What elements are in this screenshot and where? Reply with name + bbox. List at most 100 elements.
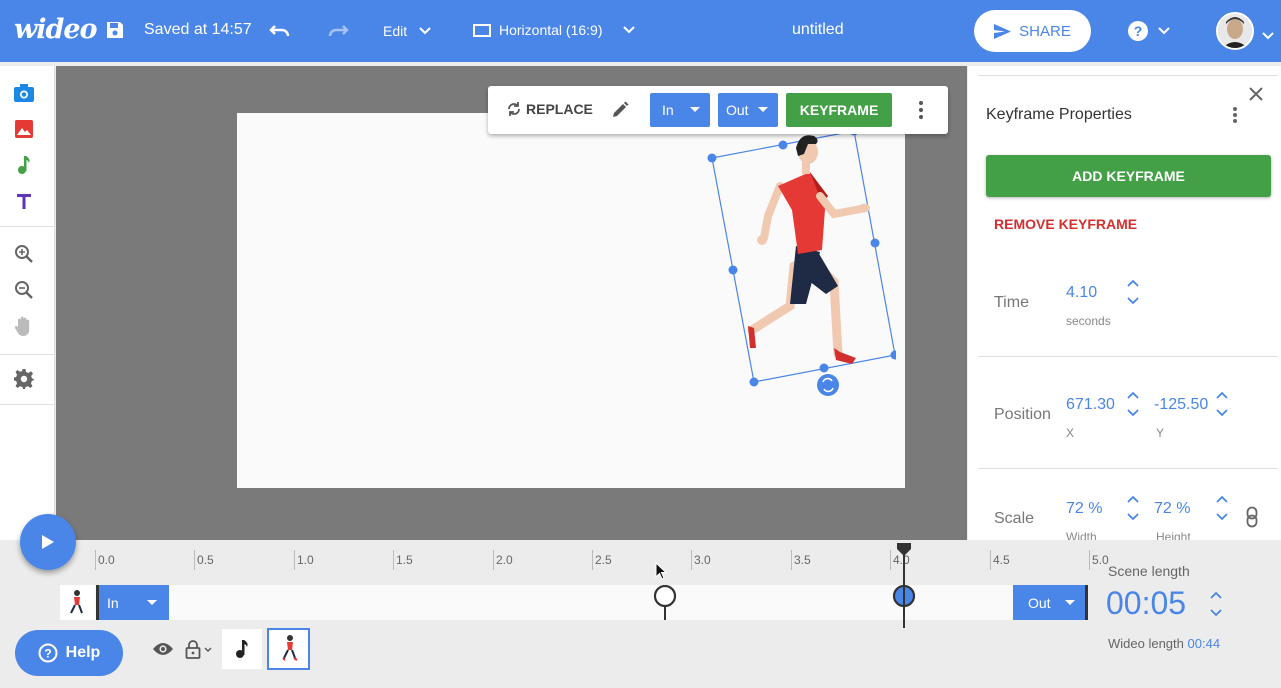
wideo-length-value: 00:44 — [1187, 636, 1221, 651]
document-title[interactable]: untitled — [792, 21, 844, 39]
more-vert-icon[interactable] — [918, 100, 924, 125]
scale-label: Scale — [994, 510, 1035, 527]
scale-width-input[interactable]: 72 % — [1066, 500, 1102, 518]
wideo-length: Wideo length 00:44 — [1108, 636, 1220, 651]
stage-area[interactable]: REPLACE In Out KEYFRAME — [56, 66, 967, 540]
ruler-tick — [194, 550, 195, 570]
keyframe-label: KEYFRAME — [799, 102, 879, 118]
timeline-ruler[interactable]: 0.0 0.5 1.0 1.5 2.0 2.5 3.0 3.5 4.0 4.5 5.0 — [0, 540, 1109, 572]
character-runner[interactable] — [696, 126, 896, 396]
chevron-down-icon — [622, 26, 635, 34]
camera-icon[interactable] — [13, 82, 35, 104]
scene-length-input[interactable]: 00:05 — [1106, 585, 1186, 622]
user-avatar[interactable] — [1216, 12, 1254, 50]
play-icon — [42, 535, 54, 549]
edit-menu[interactable]: Edit — [383, 23, 431, 39]
image-icon[interactable] — [13, 118, 35, 140]
time-label: Time — [994, 294, 1029, 311]
music-icon[interactable] — [13, 154, 35, 176]
position-y-stepper[interactable] — [1215, 390, 1229, 418]
panel-title: Keyframe Properties — [986, 106, 1132, 123]
audio-layer-button[interactable] — [222, 629, 262, 669]
timeline-area: 0.0 0.5 1.0 1.5 2.0 2.5 3.0 3.5 4.0 4.5 5.0 In Out… — [0, 540, 1281, 688]
out-marker-label: Out — [1028, 594, 1051, 611]
in-marker-label: In — [107, 594, 119, 611]
scale-height-stepper[interactable] — [1215, 494, 1229, 522]
track-thumbnail[interactable] — [60, 585, 94, 620]
pencil-icon[interactable] — [611, 101, 629, 124]
position-x-label: X — [1066, 426, 1075, 440]
zoom-out-icon[interactable] — [13, 279, 35, 301]
position-y-input[interactable]: -125.50 — [1154, 396, 1208, 414]
ruler-tick — [890, 550, 891, 570]
ruler-tick-label: 5.0 — [1092, 553, 1109, 567]
ruler-tick-label: 3.5 — [794, 553, 811, 567]
saved-status: Saved at 14:57 — [144, 21, 252, 38]
in-marker[interactable]: In — [96, 585, 169, 620]
ruler-tick-label: 4.5 — [993, 553, 1010, 567]
time-unit: seconds — [1066, 314, 1111, 328]
scene-length-stepper[interactable] — [1209, 590, 1223, 618]
eye-icon[interactable] — [152, 641, 174, 662]
keyframe-marker[interactable] — [653, 584, 678, 620]
ruler-tick — [393, 550, 394, 570]
replace-label: REPLACE — [526, 101, 593, 117]
share-label: SHARE — [1019, 22, 1071, 40]
timeline-track[interactable]: In Out — [60, 584, 1088, 620]
ruler-tick — [990, 550, 991, 570]
scene-length-label: Scene length — [1108, 563, 1190, 579]
chevron-down-icon — [1158, 27, 1170, 35]
time-input[interactable]: 4.10 — [1066, 284, 1097, 302]
save-icon[interactable] — [105, 20, 125, 45]
position-x-stepper[interactable] — [1126, 390, 1140, 418]
element-toolbar: REPLACE In Out KEYFRAME — [488, 86, 948, 134]
in-animation-button[interactable]: In — [650, 93, 710, 127]
gear-icon[interactable] — [13, 368, 35, 390]
help-button[interactable]: ? Help — [15, 630, 123, 676]
undo-icon[interactable] — [269, 21, 291, 46]
chevron-down-icon — [204, 647, 212, 652]
scale-width-stepper[interactable] — [1126, 494, 1140, 522]
redo-icon[interactable] — [327, 21, 349, 46]
chevron-down-icon — [419, 27, 431, 35]
replace-button[interactable]: REPLACE — [506, 101, 593, 117]
text-icon[interactable] — [13, 190, 35, 212]
out-marker[interactable]: Out — [1013, 585, 1088, 620]
help-menu[interactable]: ? — [1128, 21, 1170, 41]
ruler-tick — [1089, 550, 1090, 570]
caret-down-icon — [690, 107, 700, 112]
send-icon — [994, 23, 1012, 39]
close-icon[interactable] — [1249, 87, 1263, 106]
runner-icon — [281, 635, 298, 661]
add-keyframe-button[interactable]: ADD KEYFRAME — [986, 155, 1271, 197]
screen-icon — [473, 23, 491, 37]
caret-down-icon — [147, 599, 157, 605]
rotate-handle[interactable] — [817, 374, 839, 396]
ruler-tick — [592, 550, 593, 570]
position-x-input[interactable]: 671.30 — [1066, 396, 1115, 414]
remove-keyframe-button[interactable]: REMOVE KEYFRAME — [994, 216, 1137, 232]
help-circle-icon: ? — [1128, 21, 1148, 41]
time-stepper[interactable] — [1126, 278, 1140, 306]
scale-height-input[interactable]: 72 % — [1154, 500, 1190, 518]
playhead[interactable] — [896, 543, 912, 628]
more-vert-icon[interactable] — [1232, 106, 1238, 129]
character-layer-button[interactable] — [267, 628, 310, 670]
scale-height-label: Height — [1156, 530, 1191, 540]
ruler-tick — [691, 550, 692, 570]
play-button[interactable] — [20, 514, 76, 570]
zoom-in-icon[interactable] — [13, 243, 35, 265]
out-animation-button[interactable]: Out — [718, 93, 778, 127]
link-icon[interactable] — [1246, 506, 1258, 528]
refresh-icon — [508, 102, 520, 116]
lock-icon[interactable] — [185, 639, 212, 659]
hand-icon[interactable] — [13, 315, 35, 337]
ruler-tick-label: 2.0 — [496, 553, 513, 567]
format-selector[interactable]: Horizontal (16:9) — [473, 22, 635, 38]
share-button[interactable]: SHARE — [974, 10, 1091, 52]
keyframe-button[interactable]: KEYFRAME — [786, 93, 892, 127]
wideo-logo[interactable]: wideo — [14, 14, 98, 45]
ruler-tick — [791, 550, 792, 570]
ruler-tick — [493, 550, 494, 570]
chevron-down-icon[interactable] — [1262, 27, 1274, 45]
